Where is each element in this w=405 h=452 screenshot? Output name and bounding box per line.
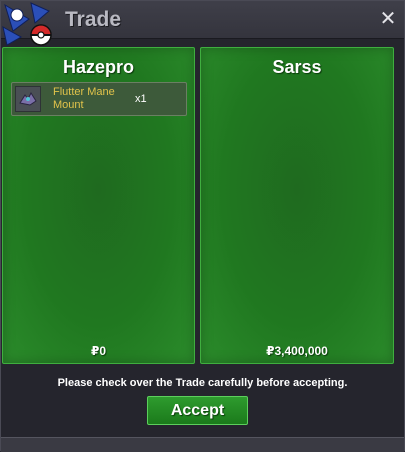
accept-button[interactable]: Accept — [147, 396, 248, 425]
money-right: ₽3,400,000 — [266, 344, 328, 358]
trade-panel-right: Sarss ₽3,400,000 — [200, 47, 394, 364]
item-name: Flutter Mane Mount — [53, 86, 133, 112]
close-icon[interactable]: ✕ — [378, 9, 398, 29]
item-name-line2: Mount — [53, 99, 84, 111]
window-bottom-bar — [1, 437, 404, 452]
window-title: Trade — [65, 8, 122, 31]
item-name-line1: Flutter Mane — [53, 86, 115, 98]
item-quantity: x1 — [135, 93, 147, 105]
trade-panel-left: Hazepro Flutter Mane Mount x1 ₽0 — [2, 47, 195, 364]
flutter-mane-mount-icon — [15, 86, 41, 112]
title-bar[interactable]: Trade ✕ — [1, 1, 404, 39]
player-name-right: Sarss — [272, 57, 322, 77]
trade-item[interactable]: Flutter Mane Mount x1 — [11, 82, 187, 116]
trade-window: Trade ✕ Hazepro Flutter Mane Mount x1 ₽0… — [0, 0, 405, 452]
player-name-left: Hazepro — [62, 57, 134, 77]
trade-notice: Please check over the Trade carefully be… — [57, 377, 348, 389]
pokemon-logo-icon — [2, 2, 52, 46]
money-left: ₽0 — [90, 344, 107, 358]
